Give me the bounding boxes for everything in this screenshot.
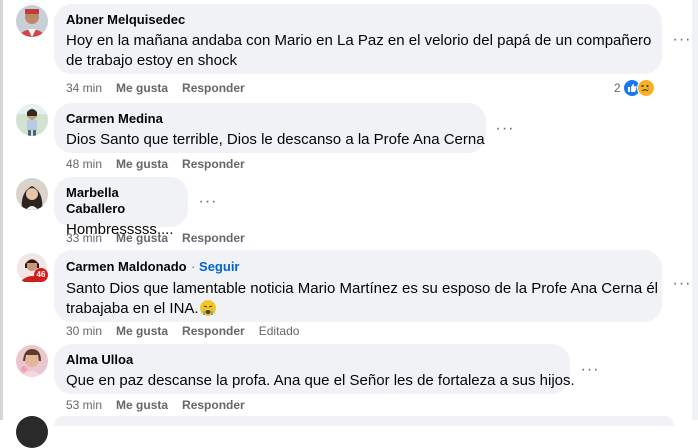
comment-bubble: Alma Ulloa Que en paz descanse la profa.… — [54, 344, 575, 394]
like-button[interactable]: Me gusta — [116, 398, 168, 412]
reply-button[interactable]: Responder — [182, 324, 245, 338]
comment-time[interactable]: 30 min — [66, 324, 102, 338]
comment-bubble: Carmen Maldonado · Seguir Santo Dios que… — [54, 250, 662, 322]
avatar[interactable] — [16, 5, 48, 37]
avatar[interactable] — [16, 178, 48, 210]
comment-actions: 34 min Me gusta Responder — [66, 81, 245, 95]
comment-time[interactable]: 33 min — [66, 231, 102, 245]
more-options-icon[interactable]: ··· — [493, 121, 517, 137]
reply-button[interactable]: Responder — [182, 231, 245, 245]
avatar[interactable] — [16, 416, 48, 448]
more-options-icon[interactable]: ··· — [578, 362, 602, 378]
follow-button[interactable]: Seguir — [199, 259, 239, 274]
left-edge — [0, 0, 3, 420]
reaction-count: 2 — [614, 81, 621, 95]
avatar[interactable] — [16, 345, 48, 377]
comment-author[interactable]: Alma Ulloa — [66, 352, 558, 368]
reply-button[interactable]: Responder — [182, 81, 245, 95]
comment-actions: 53 min Me gusta Responder — [66, 398, 245, 412]
comment-time[interactable]: 34 min — [66, 81, 102, 95]
comment-bubble: Marbella Caballero Hombresssss.... — [54, 177, 188, 238]
comment-text: Hoy en la mañana andaba con Mario en La … — [66, 32, 652, 49]
comment-text-line2-wrap: trabajaba en el INA. — [66, 299, 650, 319]
comment-time[interactable]: 48 min — [66, 157, 102, 171]
comment-bubble-partial — [54, 416, 674, 426]
sad-reaction-icon — [636, 79, 655, 97]
more-options-icon[interactable]: ··· — [196, 194, 220, 210]
crying-emoji-icon — [199, 300, 216, 316]
comment-actions: 33 min Me gusta Responder — [66, 231, 245, 245]
scrollbar[interactable] — [692, 0, 698, 420]
comment-bubble: Abner Melquisedec Hoy en la mañana andab… — [54, 4, 662, 74]
avatar[interactable] — [16, 104, 48, 136]
like-button[interactable]: Me gusta — [116, 157, 168, 171]
comment-actions: 48 min Me gusta Responder — [66, 157, 245, 171]
like-button[interactable]: Me gusta — [116, 231, 168, 245]
like-button[interactable]: Me gusta — [116, 81, 168, 95]
reply-button[interactable]: Responder — [182, 398, 245, 412]
comment-author[interactable]: Marbella Caballero — [66, 185, 176, 217]
edited-label: Editado — [258, 324, 300, 338]
more-options-icon[interactable]: ··· — [670, 32, 694, 48]
comment-author[interactable]: Abner Melquisedec — [66, 12, 650, 28]
more-options-icon[interactable]: ··· — [670, 276, 694, 292]
comment-time[interactable]: 53 min — [66, 398, 102, 412]
profile-badge: 46 — [34, 268, 48, 282]
comment-author[interactable]: Carmen Medina — [66, 111, 474, 127]
reaction-summary[interactable]: 2 — [614, 79, 655, 97]
reply-button[interactable]: Responder — [182, 157, 245, 171]
comment-text: Santo Dios que lamentable noticia Mario … — [66, 280, 659, 297]
comment-bubble: Carmen Medina Dios Santo que terrible, D… — [54, 103, 486, 153]
comment-text: Dios Santo que terrible, Dios le descans… — [66, 131, 485, 148]
comment-text-line2: de trabajo estoy en shock — [66, 52, 237, 69]
comment-author[interactable]: Carmen Maldonado — [66, 259, 187, 274]
comment-text-line2: trabajaba en el INA. — [66, 300, 199, 317]
like-button[interactable]: Me gusta — [116, 324, 168, 338]
comment-actions: 30 min Me gusta Responder Editado — [66, 324, 299, 338]
comment-text: Que en paz descanse la profa. Ana que el… — [66, 372, 575, 389]
